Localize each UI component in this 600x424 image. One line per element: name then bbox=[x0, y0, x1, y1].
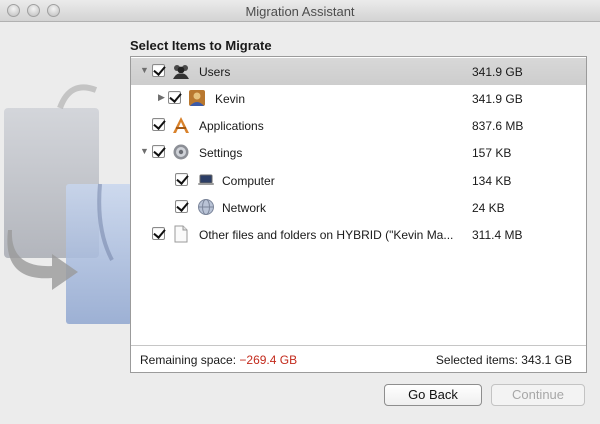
users-checkbox[interactable] bbox=[152, 64, 165, 77]
settings-size: 157 KB bbox=[472, 146, 512, 160]
users-size: 341.9 GB bbox=[472, 65, 523, 79]
migration-assistant-window: Migration Assistant Select Items to Migr… bbox=[0, 0, 600, 424]
document-icon bbox=[174, 225, 188, 243]
other-files-label: Other files and folders on HYBRID ("Kevi… bbox=[199, 228, 454, 242]
remaining-space-label: Remaining space: bbox=[140, 353, 237, 367]
list-item-users[interactable]: ▼ Users 341.9 GB bbox=[131, 58, 586, 85]
disclosure-triangle-expanded-icon[interactable]: ▼ bbox=[140, 66, 149, 75]
settings-gear-icon bbox=[173, 144, 189, 160]
list-item-network[interactable]: Network 24 KB bbox=[131, 194, 586, 221]
applications-size: 837.6 MB bbox=[472, 119, 524, 133]
other-files-size: 311.4 MB bbox=[472, 228, 523, 242]
users-label: Users bbox=[199, 65, 231, 79]
list-item-applications[interactable]: Applications 837.6 MB bbox=[131, 112, 586, 139]
applications-label: Applications bbox=[199, 119, 264, 133]
disclosure-triangle-collapsed-icon[interactable]: ▶ bbox=[158, 93, 167, 102]
list-item-settings[interactable]: ▼ Settings 157 KB bbox=[131, 139, 586, 166]
kevin-size: 341.9 GB bbox=[472, 92, 523, 106]
computer-size: 134 KB bbox=[472, 174, 512, 188]
users-icon bbox=[173, 65, 189, 79]
settings-label: Settings bbox=[199, 146, 243, 160]
disclosure-triangle-expanded-icon[interactable]: ▼ bbox=[140, 147, 149, 156]
selected-items-label: Selected items: bbox=[435, 353, 518, 367]
kevin-checkbox[interactable] bbox=[168, 91, 181, 104]
network-label: Network bbox=[222, 201, 267, 215]
selected-items-value: 343.1 GB bbox=[521, 353, 572, 367]
computer-checkbox[interactable] bbox=[175, 173, 188, 186]
network-size: 24 KB bbox=[472, 201, 505, 215]
other-files-checkbox[interactable] bbox=[152, 227, 165, 240]
network-checkbox[interactable] bbox=[175, 200, 188, 213]
user-kevin-icon bbox=[189, 90, 205, 106]
finder-migration-icon bbox=[4, 84, 132, 324]
footer-divider bbox=[131, 345, 586, 346]
remaining-space: Remaining space: −269.4 GB bbox=[140, 353, 297, 367]
list-item-computer[interactable]: Computer 134 KB bbox=[131, 167, 586, 194]
section-heading: Select Items to Migrate bbox=[130, 38, 272, 53]
network-globe-icon bbox=[198, 199, 214, 215]
window-title: Migration Assistant bbox=[245, 4, 355, 19]
title-bar: Migration Assistant bbox=[0, 0, 600, 22]
settings-checkbox[interactable] bbox=[152, 145, 165, 158]
items-list-panel: ▼ Users 341.9 GB ▶ Kevin 341.9 GB Applic… bbox=[130, 56, 587, 373]
computer-label: Computer bbox=[222, 174, 275, 188]
applications-checkbox[interactable] bbox=[152, 118, 165, 131]
list-item-kevin[interactable]: ▶ Kevin 341.9 GB bbox=[131, 85, 586, 112]
list-item-other-files[interactable]: Other files and folders on HYBRID ("Kevi… bbox=[131, 221, 586, 248]
remaining-space-value: −269.4 GB bbox=[239, 353, 298, 367]
applications-icon bbox=[173, 117, 189, 133]
continue-button[interactable]: Continue bbox=[491, 384, 585, 406]
kevin-label: Kevin bbox=[215, 92, 246, 106]
laptop-icon bbox=[198, 174, 214, 185]
selected-items: Selected items: 343.1 GB bbox=[436, 353, 572, 367]
go-back-button[interactable]: Go Back bbox=[384, 384, 482, 406]
